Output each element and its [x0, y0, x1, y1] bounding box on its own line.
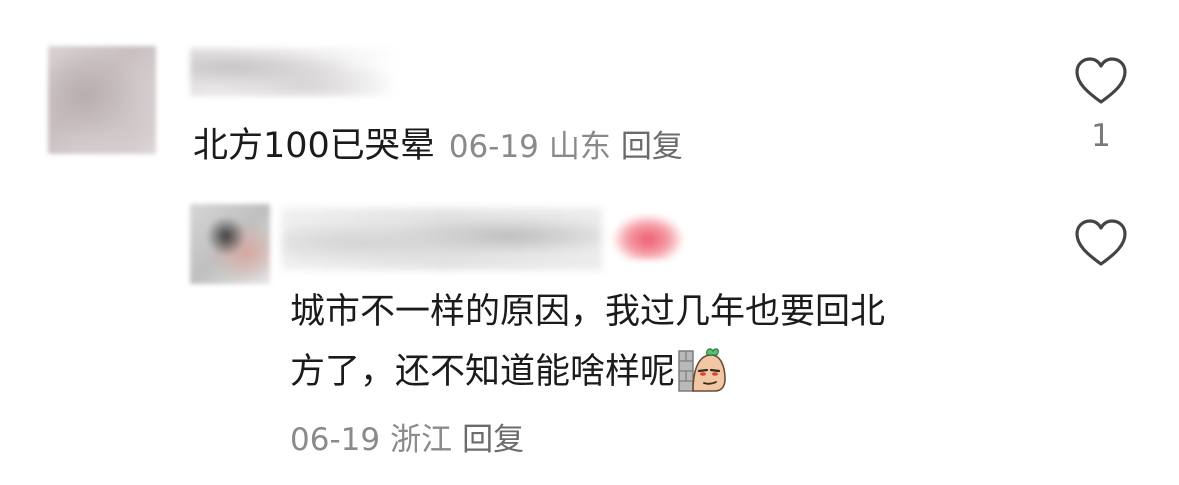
username-blurred[interactable] — [190, 48, 400, 96]
reply-button[interactable]: 回复 — [462, 422, 524, 458]
comment-date: 06-19 — [448, 129, 539, 165]
comment-text-segment: 方了，还不知道能啥样呢 — [290, 352, 676, 392]
comment-text-line-2: 方了，还不知道能啥样呢 — [290, 342, 1050, 402]
like-count: 1 — [1091, 118, 1111, 154]
comment-date: 06-19 — [290, 422, 381, 458]
peeking-potato-emoji — [678, 348, 726, 392]
comment-body: 城市不一样的原因，我过几年也要回北 方了，还不知道能啥样呢 — [290, 282, 1050, 402]
comment-location: 山东 — [548, 129, 611, 165]
username-blurred[interactable] — [282, 208, 602, 270]
comment-text-line: 城市不一样的原因，我过几年也要回北 — [290, 292, 886, 332]
heart-outline-icon — [1075, 219, 1127, 266]
heart-outline-icon — [1075, 57, 1127, 104]
avatar[interactable] — [48, 46, 156, 154]
comment-location: 浙江 — [390, 422, 453, 458]
comment-meta: 06-19 浙江 回复 — [290, 418, 524, 462]
reply-button[interactable]: 回复 — [621, 129, 683, 165]
comment-body: 北方100已哭晕 06-19 山东 回复 — [193, 122, 683, 171]
like-button[interactable]: 1 — [1071, 56, 1131, 154]
like-button[interactable] — [1071, 218, 1131, 268]
comment-text: 北方100已哭晕 — [193, 126, 435, 166]
avatar[interactable] — [190, 204, 270, 284]
comment-meta: 06-19 山东 回复 — [449, 129, 683, 165]
user-badge — [612, 214, 684, 260]
